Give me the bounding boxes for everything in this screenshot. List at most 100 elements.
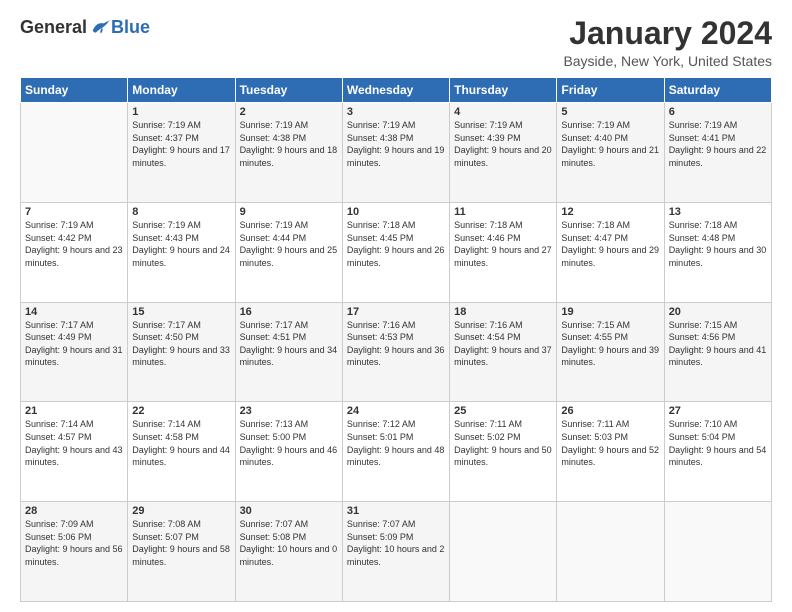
calendar-cell [557,502,664,602]
logo-bird-icon [89,16,111,38]
cell-info: Sunrise: 7:15 AM Sunset: 4:56 PM Dayligh… [669,319,767,369]
day-number: 20 [669,306,767,318]
day-number: 2 [240,106,338,118]
cell-info: Sunrise: 7:12 AM Sunset: 5:01 PM Dayligh… [347,418,445,468]
calendar-cell: 29Sunrise: 7:08 AM Sunset: 5:07 PM Dayli… [128,502,235,602]
cell-info: Sunrise: 7:13 AM Sunset: 5:00 PM Dayligh… [240,418,338,468]
logo-general-text: General [20,17,87,38]
cell-info: Sunrise: 7:16 AM Sunset: 4:53 PM Dayligh… [347,319,445,369]
header-sunday: Sunday [21,78,128,103]
calendar-cell: 15Sunrise: 7:17 AM Sunset: 4:50 PM Dayli… [128,302,235,402]
calendar-cell [664,502,771,602]
cell-info: Sunrise: 7:17 AM Sunset: 4:49 PM Dayligh… [25,319,123,369]
calendar-cell: 11Sunrise: 7:18 AM Sunset: 4:46 PM Dayli… [450,202,557,302]
cell-info: Sunrise: 7:19 AM Sunset: 4:41 PM Dayligh… [669,119,767,169]
day-number: 3 [347,106,445,118]
cell-info: Sunrise: 7:18 AM Sunset: 4:46 PM Dayligh… [454,219,552,269]
calendar-table: Sunday Monday Tuesday Wednesday Thursday… [20,77,772,602]
day-number: 17 [347,306,445,318]
calendar-cell: 10Sunrise: 7:18 AM Sunset: 4:45 PM Dayli… [342,202,449,302]
header-tuesday: Tuesday [235,78,342,103]
day-number: 6 [669,106,767,118]
day-number: 16 [240,306,338,318]
calendar-week-row: 28Sunrise: 7:09 AM Sunset: 5:06 PM Dayli… [21,502,772,602]
cell-info: Sunrise: 7:19 AM Sunset: 4:43 PM Dayligh… [132,219,230,269]
calendar-header: Sunday Monday Tuesday Wednesday Thursday… [21,78,772,103]
day-number: 29 [132,505,230,517]
calendar-cell: 9Sunrise: 7:19 AM Sunset: 4:44 PM Daylig… [235,202,342,302]
header-thursday: Thursday [450,78,557,103]
cell-info: Sunrise: 7:19 AM Sunset: 4:38 PM Dayligh… [240,119,338,169]
cell-info: Sunrise: 7:11 AM Sunset: 5:03 PM Dayligh… [561,418,659,468]
calendar-cell: 4Sunrise: 7:19 AM Sunset: 4:39 PM Daylig… [450,103,557,203]
cell-info: Sunrise: 7:14 AM Sunset: 4:57 PM Dayligh… [25,418,123,468]
calendar-cell: 30Sunrise: 7:07 AM Sunset: 5:08 PM Dayli… [235,502,342,602]
cell-info: Sunrise: 7:10 AM Sunset: 5:04 PM Dayligh… [669,418,767,468]
calendar-cell [21,103,128,203]
cell-info: Sunrise: 7:19 AM Sunset: 4:44 PM Dayligh… [240,219,338,269]
day-number: 12 [561,206,659,218]
cell-info: Sunrise: 7:08 AM Sunset: 5:07 PM Dayligh… [132,518,230,568]
calendar-week-row: 7Sunrise: 7:19 AM Sunset: 4:42 PM Daylig… [21,202,772,302]
calendar-cell: 7Sunrise: 7:19 AM Sunset: 4:42 PM Daylig… [21,202,128,302]
calendar-cell: 5Sunrise: 7:19 AM Sunset: 4:40 PM Daylig… [557,103,664,203]
cell-info: Sunrise: 7:17 AM Sunset: 4:50 PM Dayligh… [132,319,230,369]
day-number: 10 [347,206,445,218]
day-number: 8 [132,206,230,218]
header-saturday: Saturday [664,78,771,103]
calendar-cell [450,502,557,602]
logo-blue-text: Blue [111,17,150,38]
day-number: 30 [240,505,338,517]
calendar-cell: 2Sunrise: 7:19 AM Sunset: 4:38 PM Daylig… [235,103,342,203]
header: General Blue January 2024 Bayside, New Y… [20,16,772,69]
day-number: 31 [347,505,445,517]
logo-text: General Blue [20,16,150,38]
calendar-cell: 17Sunrise: 7:16 AM Sunset: 4:53 PM Dayli… [342,302,449,402]
calendar-cell: 8Sunrise: 7:19 AM Sunset: 4:43 PM Daylig… [128,202,235,302]
day-number: 14 [25,306,123,318]
calendar-body: 1Sunrise: 7:19 AM Sunset: 4:37 PM Daylig… [21,103,772,602]
day-number: 4 [454,106,552,118]
calendar-cell: 12Sunrise: 7:18 AM Sunset: 4:47 PM Dayli… [557,202,664,302]
calendar-cell: 25Sunrise: 7:11 AM Sunset: 5:02 PM Dayli… [450,402,557,502]
cell-info: Sunrise: 7:17 AM Sunset: 4:51 PM Dayligh… [240,319,338,369]
calendar-cell: 20Sunrise: 7:15 AM Sunset: 4:56 PM Dayli… [664,302,771,402]
cell-info: Sunrise: 7:14 AM Sunset: 4:58 PM Dayligh… [132,418,230,468]
calendar-week-row: 21Sunrise: 7:14 AM Sunset: 4:57 PM Dayli… [21,402,772,502]
cell-info: Sunrise: 7:19 AM Sunset: 4:37 PM Dayligh… [132,119,230,169]
cell-info: Sunrise: 7:19 AM Sunset: 4:39 PM Dayligh… [454,119,552,169]
day-number: 27 [669,405,767,417]
day-number: 9 [240,206,338,218]
day-number: 22 [132,405,230,417]
cell-info: Sunrise: 7:19 AM Sunset: 4:38 PM Dayligh… [347,119,445,169]
calendar-week-row: 14Sunrise: 7:17 AM Sunset: 4:49 PM Dayli… [21,302,772,402]
logo: General Blue [20,16,150,38]
calendar-cell: 27Sunrise: 7:10 AM Sunset: 5:04 PM Dayli… [664,402,771,502]
day-number: 24 [347,405,445,417]
cell-info: Sunrise: 7:16 AM Sunset: 4:54 PM Dayligh… [454,319,552,369]
month-title: January 2024 [563,16,772,51]
calendar-cell: 14Sunrise: 7:17 AM Sunset: 4:49 PM Dayli… [21,302,128,402]
day-number: 28 [25,505,123,517]
day-number: 21 [25,405,123,417]
location-text: Bayside, New York, United States [563,53,772,69]
calendar-cell: 24Sunrise: 7:12 AM Sunset: 5:01 PM Dayli… [342,402,449,502]
weekday-header-row: Sunday Monday Tuesday Wednesday Thursday… [21,78,772,103]
cell-info: Sunrise: 7:18 AM Sunset: 4:45 PM Dayligh… [347,219,445,269]
day-number: 23 [240,405,338,417]
cell-info: Sunrise: 7:11 AM Sunset: 5:02 PM Dayligh… [454,418,552,468]
day-number: 13 [669,206,767,218]
day-number: 1 [132,106,230,118]
day-number: 7 [25,206,123,218]
cell-info: Sunrise: 7:18 AM Sunset: 4:47 PM Dayligh… [561,219,659,269]
calendar-cell: 6Sunrise: 7:19 AM Sunset: 4:41 PM Daylig… [664,103,771,203]
calendar-cell: 22Sunrise: 7:14 AM Sunset: 4:58 PM Dayli… [128,402,235,502]
calendar-cell: 21Sunrise: 7:14 AM Sunset: 4:57 PM Dayli… [21,402,128,502]
cell-info: Sunrise: 7:07 AM Sunset: 5:09 PM Dayligh… [347,518,445,568]
header-monday: Monday [128,78,235,103]
calendar-cell: 16Sunrise: 7:17 AM Sunset: 4:51 PM Dayli… [235,302,342,402]
calendar-cell: 18Sunrise: 7:16 AM Sunset: 4:54 PM Dayli… [450,302,557,402]
day-number: 15 [132,306,230,318]
cell-info: Sunrise: 7:19 AM Sunset: 4:42 PM Dayligh… [25,219,123,269]
day-number: 5 [561,106,659,118]
